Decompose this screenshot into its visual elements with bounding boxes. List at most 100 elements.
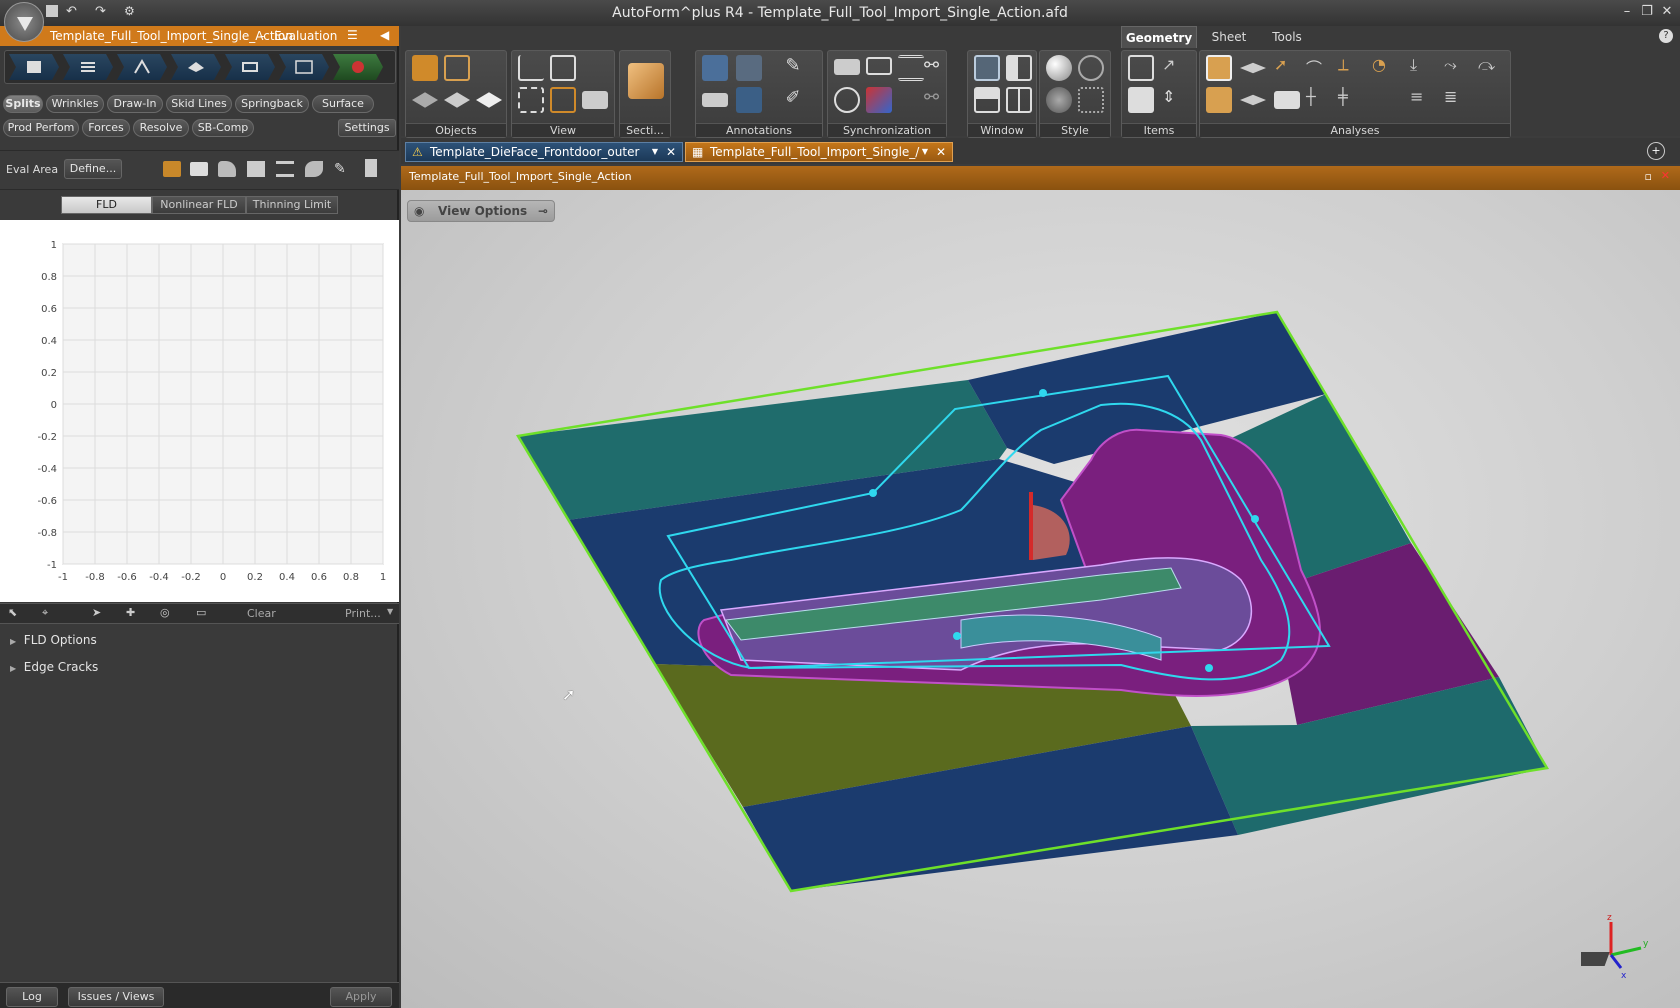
doc-tab-full-tool[interactable]: ▦ Template_Full_Tool_Import_Single_/ ▼ ✕ [685,142,953,162]
trim-icon[interactable]: ✎ [334,161,352,177]
eraser-icon[interactable]: ▭ [196,606,206,619]
value-label-icon[interactable] [736,87,762,113]
app-logo[interactable] [4,2,44,42]
workflow-step-process[interactable] [225,54,275,80]
fld-options-section[interactable]: ▶ FLD Options [10,633,97,647]
trim-point[interactable] [1205,664,1213,672]
section-cut-icon[interactable] [276,161,294,177]
split-vertical-icon[interactable] [1006,55,1032,81]
settings-button[interactable]: Settings [338,119,396,137]
close-view-icon[interactable]: ✕ [1661,169,1670,182]
brush-icon[interactable]: ✐ [780,87,806,113]
mesh-style-icon[interactable] [1046,87,1072,113]
items-axis-icon[interactable]: ↗ [1162,55,1188,81]
zoom-box-icon[interactable] [550,87,576,113]
ribbon-tab-tools[interactable]: Tools [1259,26,1315,48]
doc-tab-dropdown-icon[interactable]: ▼ [652,143,658,161]
workflow-step-die[interactable] [171,54,221,80]
log-button[interactable]: Log [6,987,58,1007]
binder-icon[interactable] [444,92,470,108]
die-icon[interactable] [444,55,470,81]
list-icon[interactable]: ☰ [347,28,358,42]
edge-cracks-section[interactable]: ▶ Edge Cracks [10,660,98,674]
doc-tab-dieface[interactable]: ⚠ Template_DieFace_Frontdoor_outer ▼ ✕ [405,142,683,162]
workflow-step-setup[interactable] [63,54,113,80]
split-horizontal-icon[interactable] [974,87,1000,113]
help-icon[interactable]: ? [1659,29,1673,43]
analysis-surface-icon[interactable] [1206,55,1232,81]
tab-surface[interactable]: Surface [312,95,374,113]
items-display-icon[interactable] [1128,55,1154,81]
analysis-cross-icon[interactable]: ┼ [1306,87,1332,113]
sync-camera-icon[interactable] [834,59,860,75]
part-icon[interactable] [412,55,438,81]
flange-icon[interactable] [247,161,265,177]
print-button[interactable]: Print... [345,607,381,620]
unlink-icon[interactable]: ⚯ [924,87,950,113]
apply-button[interactable]: Apply [330,987,392,1007]
pick-icon[interactable]: ⌖ [42,606,48,620]
trim-point[interactable] [1039,389,1047,397]
cursor-icon[interactable]: ➤ [92,606,101,619]
pointer-icon[interactable]: ⬉ [8,606,17,619]
3d-viewport[interactable]: ◉ View Options ⊸ z y x [401,190,1680,1008]
clear-button[interactable]: Clear [247,607,276,620]
doc-tab-close-icon[interactable]: ✕ [666,143,676,161]
tab-resolve[interactable]: Resolve [133,119,189,137]
issues-views-button[interactable]: Issues / Views [68,987,164,1007]
wire-style-icon[interactable] [1078,55,1104,81]
node-icon[interactable]: ✚ [126,606,135,619]
draw-icon[interactable] [305,161,323,177]
shaded-style-icon[interactable] [1046,55,1072,81]
tab-springback[interactable]: Springback [235,95,309,113]
sync-comment-icon[interactable] [866,57,892,75]
trim-point[interactable] [869,489,877,497]
analysis-deviation-icon[interactable]: ⤼ [1478,55,1504,81]
fld-chart[interactable]: -1 -0.8 -0.6 -0.4 -0.2 0 0.2 0.4 0.6 0.8 1 1 0.8 0.6 0… [0,220,399,602]
sync-list-icon[interactable] [898,55,924,81]
close-icon[interactable]: ✕ [1658,4,1676,20]
minimize-icon[interactable]: – [1618,4,1636,20]
sync-time-icon[interactable] [834,87,860,113]
trim-point[interactable] [953,632,961,640]
tab-splits[interactable]: Splits [3,95,43,113]
collapse-left-icon[interactable]: ◀ [380,28,389,42]
trim-point[interactable] [1251,515,1259,523]
workflow-step-part[interactable] [9,54,59,80]
quad-window-icon[interactable] [1006,87,1032,113]
rotate-view-icon[interactable] [518,87,544,113]
fit-view-icon[interactable] [550,55,576,81]
link-icon[interactable]: ⚯ [924,55,950,81]
workflow-step-simulation[interactable] [279,54,329,80]
analysis-tilt-icon[interactable]: ≣ [1444,87,1470,113]
measure-icon[interactable] [736,55,762,81]
tab-prod-perfom[interactable]: Prod Perfom [3,119,79,137]
orientation-triad[interactable]: z y x [1581,910,1661,980]
label-icon[interactable] [702,93,728,107]
mail-icon[interactable] [190,162,208,176]
fld-tab-fld[interactable]: FLD [61,196,152,214]
restore-icon[interactable]: ❐ [1638,4,1656,20]
analysis-stripes-icon[interactable]: ≡ [1410,87,1436,113]
pen-icon[interactable]: ✎ [780,55,806,81]
workflow-step-tooling[interactable] [117,54,167,80]
tab-draw-in[interactable]: Draw-In [107,95,163,113]
select-annotation-icon[interactable] [702,55,728,81]
doc-tab-dropdown-icon[interactable]: ▼ [922,143,928,161]
tab-forces[interactable]: Forces [82,119,130,137]
analysis-mail-icon[interactable] [1274,91,1300,109]
sync-map-icon[interactable] [866,87,892,113]
ribbon-tab-geometry[interactable]: Geometry [1121,26,1197,48]
tab-skid-lines[interactable]: Skid Lines [166,95,232,113]
doc-tab-close-icon[interactable]: ✕ [936,143,946,161]
analysis-bp-icon[interactable] [1240,94,1266,106]
analysis-draw-icon[interactable]: ⌒ [1306,55,1332,81]
maximize-view-icon[interactable]: ▫ [1645,170,1652,183]
transparent-style-icon[interactable] [1078,87,1104,113]
eval-area-define-button[interactable]: Define... [64,159,122,179]
print-dropdown-icon[interactable]: ▼ [387,607,393,616]
fld-tab-nonlinear[interactable]: Nonlinear FLD [152,196,246,214]
analysis-normal-icon[interactable]: ➚ [1274,55,1300,81]
single-window-icon[interactable] [974,55,1000,81]
ribbon-tab-sheet[interactable]: Sheet [1201,26,1257,48]
